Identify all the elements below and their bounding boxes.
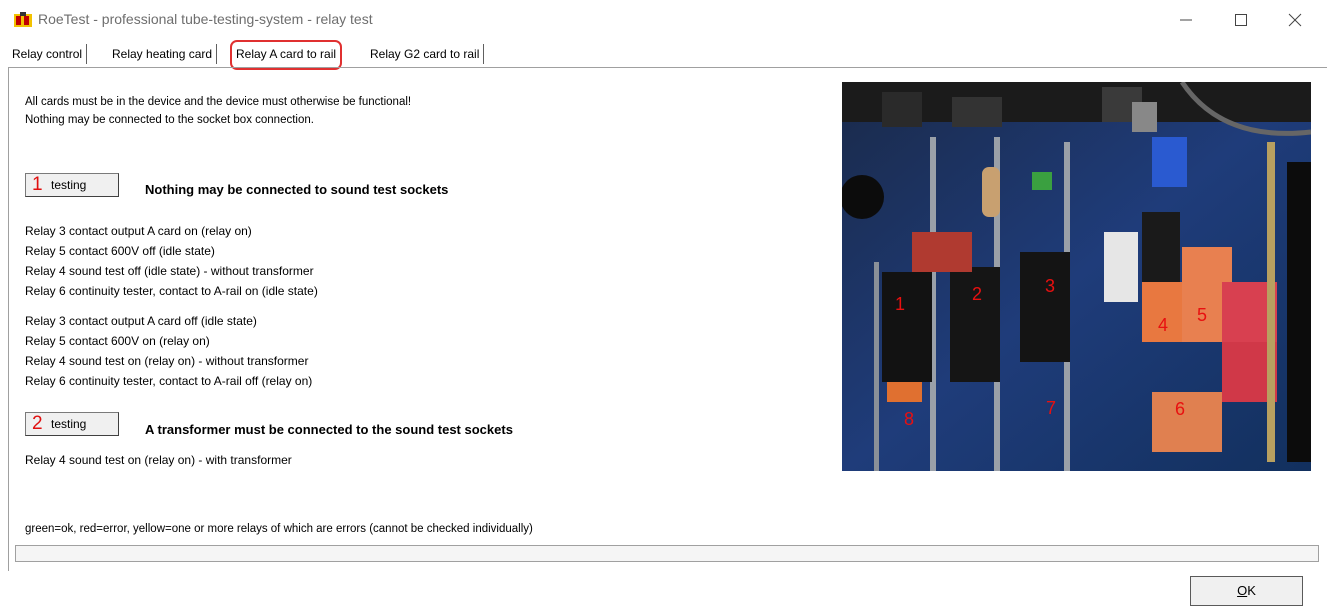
- test-1-heading: Nothing may be connected to sound test s…: [145, 182, 449, 197]
- close-icon: [1288, 13, 1302, 27]
- app-logo-icon: [14, 12, 32, 27]
- test-2-number: 2: [32, 413, 43, 434]
- test-2-button[interactable]: 2 testing: [25, 412, 119, 436]
- divider: [8, 67, 9, 608]
- photo-marker-1: 1: [895, 294, 906, 314]
- tab-relay-a-card-to-rail[interactable]: Relay A card to rail: [230, 40, 343, 70]
- tab-strip: Relay control Relay heating card Relay A…: [8, 40, 1328, 70]
- minimize-icon: [1180, 19, 1192, 21]
- window-title: RoeTest - professional tube-testing-syst…: [38, 11, 373, 27]
- maximize-icon: [1235, 14, 1247, 26]
- relay-status-line: Relay 3 contact output A card on (relay …: [25, 224, 252, 238]
- photo-marker-4: 4: [1158, 315, 1169, 335]
- test-1-button-label: testing: [51, 178, 87, 192]
- relay-status-line: Relay 5 contact 600V off (idle state): [25, 244, 215, 258]
- relay-status-line: Relay 6 continuity tester, contact to A-…: [25, 284, 318, 298]
- photo-marker-6: 6: [1175, 399, 1186, 419]
- minimize-button[interactable]: [1163, 8, 1209, 32]
- maximize-button[interactable]: [1218, 8, 1264, 32]
- relay-status-line: Relay 4 sound test on (relay on) - with …: [25, 453, 292, 467]
- ok-button[interactable]: OK: [1190, 576, 1303, 606]
- photo-marker-7: 7: [1046, 398, 1057, 418]
- tab-relay-heating-card[interactable]: Relay heating card: [108, 44, 218, 64]
- close-button[interactable]: [1272, 8, 1318, 32]
- progress-bar: [15, 545, 1319, 562]
- test-2-button-label: testing: [51, 417, 87, 431]
- tab-relay-g2-card-to-rail[interactable]: Relay G2 card to rail: [366, 44, 485, 64]
- photo-marker-3: 3: [1045, 276, 1056, 296]
- relay-board-photo: 1 2 3 4 5 6 7 8: [842, 82, 1311, 471]
- info-text-1: All cards must be in the device and the …: [25, 96, 412, 108]
- relay-status-line: Relay 6 continuity tester, contact to A-…: [25, 374, 313, 388]
- relay-status-line: Relay 4 sound test off (idle state) - wi…: [25, 264, 314, 278]
- test-2-heading: A transformer must be connected to the s…: [145, 422, 513, 437]
- title-bar: RoeTest - professional tube-testing-syst…: [0, 0, 1331, 40]
- photo-marker-8: 8: [904, 409, 915, 429]
- test-1-button[interactable]: 1 testing: [25, 173, 119, 197]
- ok-button-accelerator: O: [1237, 583, 1248, 598]
- photo-marker-2: 2: [972, 284, 983, 304]
- info-text-2: Nothing may be connected to the socket b…: [25, 114, 314, 126]
- photo-marker-5: 5: [1197, 305, 1208, 325]
- tab-relay-control[interactable]: Relay control: [8, 44, 88, 64]
- test-1-number: 1: [32, 174, 43, 195]
- color-legend: green=ok, red=error, yellow=one or more …: [25, 523, 533, 535]
- relay-status-line: Relay 4 sound test on (relay on) - witho…: [25, 354, 309, 368]
- footer: [0, 571, 1331, 608]
- ok-button-label: K: [1247, 583, 1256, 598]
- relay-status-line: Relay 3 contact output A card off (idle …: [25, 314, 257, 328]
- relay-status-line: Relay 5 contact 600V on (relay on): [25, 334, 210, 348]
